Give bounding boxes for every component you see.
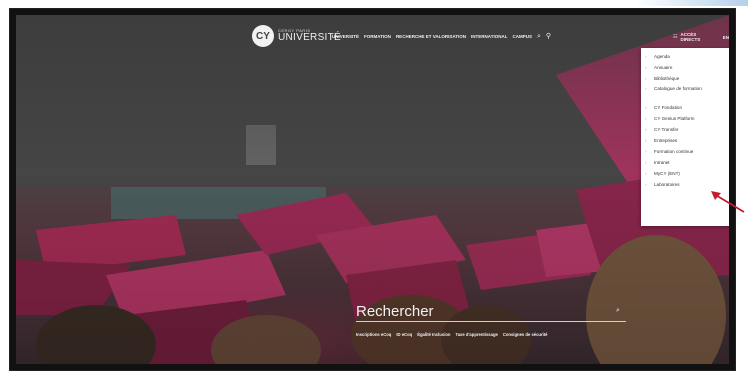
chevron-right-icon: ›	[645, 138, 647, 143]
chevron-right-icon: ›	[645, 105, 647, 110]
acces-directs-label: ACCÈS DIRECTS	[680, 32, 701, 42]
dropdown-item-intranet[interactable]: › Intranet	[641, 157, 729, 168]
dropdown-item-label: MyCY (ENT)	[654, 171, 680, 176]
chevron-right-icon: ›	[645, 116, 647, 121]
dropdown-item-mycy-ent[interactable]: › MyCY (ENT)	[641, 168, 729, 179]
dropdown-item-label: Agenda	[654, 54, 670, 59]
dropdown-item-formation-continue[interactable]: › Formation continue	[641, 146, 729, 157]
dropdown-item-entreprises[interactable]: › Entreprises	[641, 135, 729, 146]
annotation-arrow-icon	[711, 191, 745, 213]
dropdown-item-label: Catalogue de formation	[654, 86, 702, 91]
acces-directs-toggle[interactable]: ☷ ACCÈS DIRECTS EN	[673, 32, 729, 42]
chevron-right-icon: ›	[645, 160, 647, 165]
nav-item-recherche[interactable]: RECHERCHE ET VALORISATION	[396, 34, 466, 39]
dropdown-item-label: Formation continue	[654, 149, 694, 154]
quick-link-consignes[interactable]: Consignes de sécurité	[503, 332, 548, 337]
chevron-right-icon: ›	[645, 76, 647, 81]
search-title[interactable]: Rechercher	[356, 303, 434, 320]
browser-frame: CY CERGY PARIS UNIVERSITÉ UNIVERSITÉ FOR…	[10, 9, 735, 370]
chevron-right-icon: ›	[645, 54, 647, 59]
nav-item-formation[interactable]: FORMATION	[364, 34, 391, 39]
chevron-right-icon: ›	[645, 171, 647, 176]
dropdown-item-label: Annuaire	[654, 65, 673, 70]
dropdown-item-cy-genius[interactable]: › CY Genius Platform	[641, 113, 729, 124]
quick-link-id[interactable]: ID eCoq	[396, 332, 412, 337]
search-icon[interactable]: ⌕	[537, 33, 541, 40]
dropdown-item-label: Intranet	[654, 160, 670, 165]
dropdown-item-cy-fondation[interactable]: › CY Fondation	[641, 102, 729, 113]
map-pin-icon[interactable]: ⚲	[546, 33, 551, 40]
nav-item-campus[interactable]: CAMPUS	[512, 34, 532, 39]
dropdown-item-catalogue[interactable]: › Catalogue de formation	[641, 84, 713, 102]
dropdown-item-label: CY Genius Platform	[654, 116, 695, 121]
dropdown-item-label: CY Transfer	[654, 127, 679, 132]
search-submit-icon[interactable]: ⌕	[616, 307, 620, 315]
nav-item-universite[interactable]: UNIVERSITÉ	[332, 34, 359, 39]
quick-link-inscriptions[interactable]: Inscriptions eCoq	[356, 332, 391, 337]
grid-icon: ☷	[673, 34, 678, 40]
main-nav: UNIVERSITÉ FORMATION RECHERCHE ET VALORI…	[332, 33, 551, 40]
language-switch[interactable]: EN	[723, 35, 729, 40]
chevron-right-icon: ›	[645, 65, 647, 70]
chevron-right-icon: ›	[645, 86, 647, 91]
chevron-right-icon: ›	[645, 182, 647, 187]
top-accent-bar	[636, 0, 748, 6]
dropdown-item-cy-transfer[interactable]: › CY Transfer	[641, 124, 729, 135]
dropdown-item-bibliotheque[interactable]: › Bibliothèque	[641, 73, 729, 84]
logo-mark: CY	[252, 25, 274, 47]
hero-section: CY CERGY PARIS UNIVERSITÉ UNIVERSITÉ FOR…	[16, 15, 729, 364]
dropdown-item-annuaire[interactable]: › Annuaire	[641, 62, 729, 73]
dropdown-item-label: Bibliothèque	[654, 76, 680, 81]
university-logo[interactable]: CY CERGY PARIS UNIVERSITÉ	[252, 25, 341, 47]
dropdown-item-label: CY Fondation	[654, 105, 683, 110]
chevron-right-icon: ›	[645, 127, 647, 132]
dropdown-item-agenda[interactable]: › Agenda	[641, 51, 729, 62]
quick-links: Inscriptions eCoq ID eCoq Égalité Inclus…	[356, 332, 548, 337]
chevron-right-icon: ›	[645, 149, 647, 154]
nav-item-international[interactable]: INTERNATIONAL	[471, 34, 507, 39]
quick-link-taxe[interactable]: Taxe d'apprentissage	[455, 332, 497, 337]
quick-link-egalite[interactable]: Égalité Inclusion	[417, 332, 450, 337]
dropdown-item-label: Laboratoires	[654, 182, 680, 187]
dropdown-item-label: Entreprises	[654, 138, 678, 143]
search-input-underline	[356, 321, 626, 322]
